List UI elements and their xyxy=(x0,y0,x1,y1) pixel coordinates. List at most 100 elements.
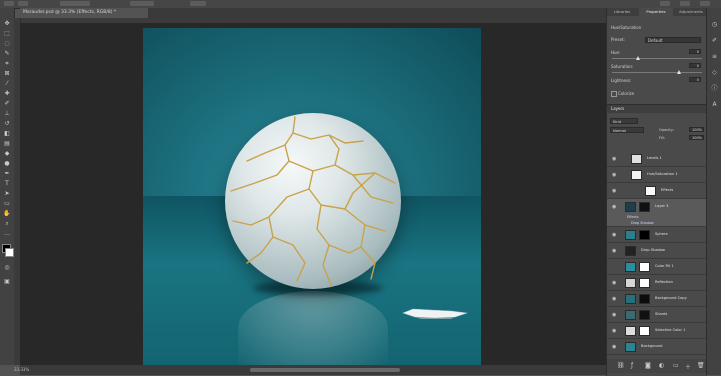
screen-mode-icon[interactable]: ▣ xyxy=(3,278,11,285)
layer-row[interactable]: ◉ Reflection xyxy=(607,275,707,291)
layer-row[interactable]: ◉ Sphere xyxy=(607,227,707,243)
tab-libraries[interactable]: Libraries xyxy=(607,8,637,16)
shape-tool-icon[interactable]: ▭ xyxy=(3,200,11,207)
group-icon[interactable]: ▭ xyxy=(673,362,679,369)
options-dropdown[interactable] xyxy=(130,1,154,6)
quick-mask-icon[interactable]: ◎ xyxy=(3,264,11,271)
fx-icon[interactable]: ƒ xyxy=(631,362,633,369)
info-icon[interactable]: ⓘ xyxy=(711,86,718,92)
visibility-eye-icon[interactable]: ◉ xyxy=(612,248,616,254)
layer-name[interactable]: Levels 1 xyxy=(647,156,662,160)
search-icon[interactable] xyxy=(660,1,670,6)
layer-name[interactable]: Shards xyxy=(655,312,667,316)
options-toggle[interactable] xyxy=(190,1,206,6)
layer-row[interactable]: ◉ Drop Shadow xyxy=(607,243,707,259)
visibility-eye-icon[interactable]: ◉ xyxy=(612,204,616,210)
saturation-slider[interactable] xyxy=(612,70,702,74)
visibility-eye-icon[interactable]: ◉ xyxy=(612,172,616,178)
hue-slider[interactable] xyxy=(612,56,702,60)
fill-value[interactable]: 100% xyxy=(689,135,704,140)
layer-row[interactable]: ◉ Selective Color 1 xyxy=(607,323,707,339)
adjustment-layer-icon[interactable]: ◐ xyxy=(659,362,664,369)
drop-shadow-sublabel[interactable]: Drop Shadow xyxy=(631,221,654,225)
eraser-tool-icon[interactable]: ◧ xyxy=(3,130,11,137)
layer-name[interactable]: Sphere xyxy=(655,232,668,236)
blur-tool-icon[interactable]: ◆ xyxy=(3,150,11,157)
opacity-value[interactable]: 100% xyxy=(689,127,704,132)
link-layers-icon[interactable]: ⛓ xyxy=(617,362,625,369)
hue-value[interactable]: 0 xyxy=(689,49,701,54)
layer-row-selected[interactable]: ◉ Layer 3 Effects Drop Shadow xyxy=(607,199,707,227)
saturation-slider-knob[interactable] xyxy=(677,70,681,74)
channels-icon[interactable]: ≡ xyxy=(711,54,718,60)
layer-row[interactable]: ◉ Background xyxy=(607,339,707,355)
document-tab[interactable]: Marauder.psd @ 33.3% (Effects, RGB/8) * xyxy=(20,8,148,18)
visibility-eye-icon[interactable]: ◉ xyxy=(612,312,616,318)
layer-row[interactable]: ◉ Effects xyxy=(607,183,707,199)
visibility-eye-icon[interactable]: ◉ xyxy=(612,232,616,238)
background-color-swatch[interactable] xyxy=(5,248,14,257)
visibility-eye-icon[interactable]: ◉ xyxy=(612,296,616,302)
quick-select-tool-icon[interactable]: ✎ xyxy=(3,50,11,57)
frame-tool-icon[interactable]: ⊠ xyxy=(3,70,11,77)
history-brush-tool-icon[interactable]: ↺ xyxy=(3,120,11,127)
layer-name[interactable]: Background xyxy=(641,344,662,348)
preset-select[interactable]: Default xyxy=(645,37,701,43)
visibility-eye-icon[interactable]: ◉ xyxy=(612,328,616,334)
layer-name[interactable]: Drop Shadow xyxy=(641,248,665,252)
healing-brush-tool-icon[interactable]: ✚ xyxy=(3,90,11,97)
paths-icon[interactable]: ◇ xyxy=(711,70,718,76)
history-icon[interactable]: ◷ xyxy=(711,22,718,28)
layer-row[interactable]: ◉ Hue/Saturation 1 xyxy=(607,167,707,183)
home-icon[interactable] xyxy=(4,1,14,6)
hand-tool-icon[interactable]: ✋ xyxy=(3,210,11,217)
brush-tool-icon[interactable]: ✐ xyxy=(3,100,11,107)
options-dropdown[interactable] xyxy=(60,1,90,6)
visibility-eye-icon[interactable]: ◉ xyxy=(612,344,616,350)
move-tool-icon[interactable]: ✥ xyxy=(3,20,11,27)
layer-name[interactable]: Layer 3 xyxy=(655,204,668,208)
layer-name[interactable]: Color Fill 1 xyxy=(655,264,674,268)
crop-tool-icon[interactable]: ⌗ xyxy=(3,60,11,67)
layer-name[interactable]: Effects xyxy=(661,188,673,192)
add-mask-icon[interactable]: ◙ xyxy=(645,362,651,369)
layer-row[interactable]: ◉ Levels 1 xyxy=(607,151,707,167)
layer-filter-kind[interactable]: Kind xyxy=(610,118,638,124)
more-tools-icon[interactable]: … xyxy=(3,230,11,237)
colorize-checkbox[interactable] xyxy=(611,91,617,97)
lightness-value[interactable]: 0 xyxy=(689,77,701,82)
effects-sublabel[interactable]: Effects xyxy=(627,215,639,219)
path-select-tool-icon[interactable]: ➤ xyxy=(3,190,11,197)
marquee-tool-icon[interactable]: ⬚ xyxy=(3,30,11,37)
tool-preset-icon[interactable] xyxy=(18,1,28,6)
scroll-thumb[interactable] xyxy=(250,368,400,372)
horizontal-scrollbar[interactable] xyxy=(20,365,616,375)
layer-row[interactable]: ◉ Shards xyxy=(607,307,707,323)
layer-row[interactable]: Color Fill 1 xyxy=(607,259,707,275)
clone-stamp-tool-icon[interactable]: ⊥ xyxy=(3,110,11,117)
layer-name[interactable]: Hue/Saturation 1 xyxy=(647,172,678,176)
blend-mode-select[interactable]: Normal xyxy=(610,127,644,133)
layer-name[interactable]: Reflection xyxy=(655,280,673,284)
hue-slider-knob[interactable] xyxy=(636,56,640,60)
brush-settings-icon[interactable]: ✐ xyxy=(711,38,718,44)
layer-row[interactable]: ◉ Background Copy xyxy=(607,291,707,307)
delete-layer-icon[interactable]: 🗑 xyxy=(697,362,705,369)
pen-tool-icon[interactable]: ✒ xyxy=(3,170,11,177)
share-icon[interactable] xyxy=(700,1,710,6)
dodge-tool-icon[interactable]: ● xyxy=(3,160,11,167)
zoom-tool-icon[interactable]: ⌕ xyxy=(3,220,11,227)
visibility-eye-icon[interactable]: ◉ xyxy=(612,188,616,194)
gradient-tool-icon[interactable]: ▤ xyxy=(3,140,11,147)
tab-adjustments[interactable]: Adjustments xyxy=(675,8,707,16)
visibility-eye-icon[interactable]: ◉ xyxy=(612,156,616,162)
workspace-icon[interactable] xyxy=(680,1,690,6)
eyedropper-tool-icon[interactable]: ⁄ xyxy=(3,80,11,87)
document-canvas[interactable] xyxy=(143,28,481,365)
type-tool-icon[interactable]: T xyxy=(3,180,11,187)
new-layer-icon[interactable]: ＋ xyxy=(685,362,691,371)
visibility-eye-icon[interactable]: ◉ xyxy=(612,280,616,286)
layer-name[interactable]: Background Copy xyxy=(655,296,687,300)
layer-name[interactable]: Selective Color 1 xyxy=(655,328,685,332)
saturation-value[interactable]: 0 xyxy=(689,63,701,68)
